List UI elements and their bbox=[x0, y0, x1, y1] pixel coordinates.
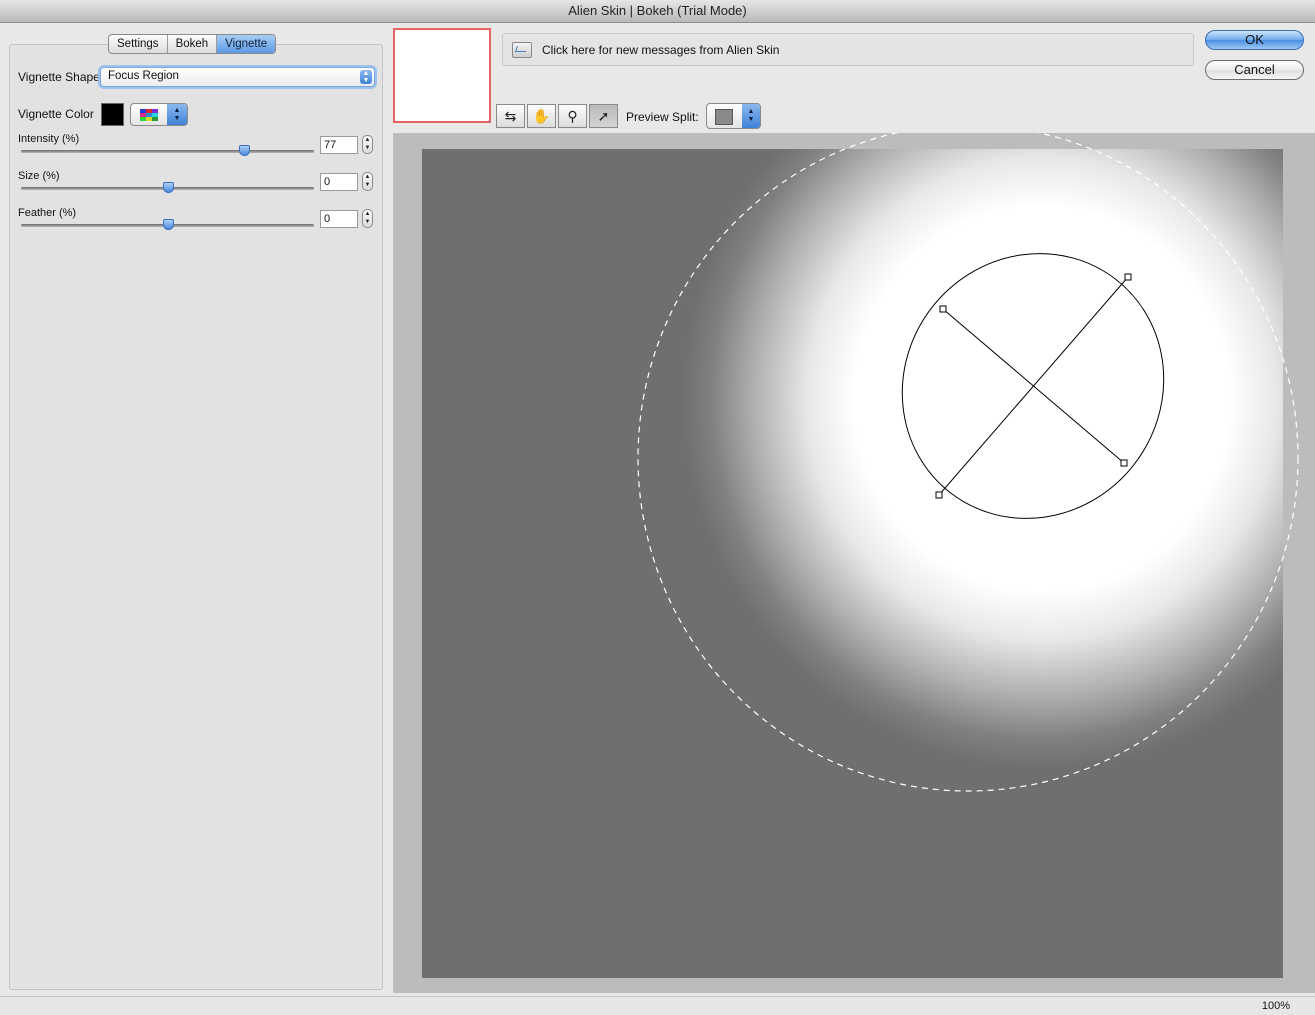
size-stepper[interactable]: ▲ ▼ bbox=[362, 172, 373, 191]
intensity-slider[interactable] bbox=[21, 145, 314, 156]
magnifier-icon: ⚲ bbox=[567, 108, 578, 124]
hand-tool[interactable]: ✋ bbox=[527, 104, 556, 128]
panel-tabs: Settings Bokeh Vignette bbox=[108, 34, 277, 54]
vignette-shape-label: Vignette Shape bbox=[18, 70, 100, 84]
focus-axis-major bbox=[938, 276, 1129, 496]
tab-bokeh[interactable]: Bokeh bbox=[168, 35, 218, 53]
focus-handle-top-left[interactable] bbox=[939, 305, 947, 313]
feather-stepper[interactable]: ▲ ▼ bbox=[362, 209, 373, 228]
focus-handle-top-right[interactable] bbox=[1124, 273, 1132, 281]
feather-input[interactable]: 0 bbox=[320, 210, 358, 228]
tab-settings[interactable]: Settings bbox=[109, 35, 168, 53]
tab-vignette[interactable]: Vignette bbox=[217, 35, 276, 53]
split-mode-icon bbox=[715, 109, 733, 125]
split-arrows-icon: ▲ ▼ bbox=[742, 104, 760, 128]
color-grid-icon bbox=[140, 109, 158, 121]
intensity-slider-thumb[interactable] bbox=[238, 145, 250, 156]
window-title: Alien Skin | Bokeh (Trial Mode) bbox=[0, 0, 1315, 23]
focus-handle-bottom-right[interactable] bbox=[1120, 459, 1128, 467]
feather-slider[interactable] bbox=[21, 219, 314, 230]
zoom-level: 100% bbox=[1261, 1000, 1290, 1012]
compare-icon: ⇆ bbox=[504, 108, 517, 124]
intensity-label: Intensity (%) bbox=[18, 133, 80, 145]
select-arrows-icon: ▲ ▼ bbox=[360, 70, 372, 84]
preview-split-label: Preview Split: bbox=[626, 110, 699, 124]
intensity-input[interactable]: 77 bbox=[320, 136, 358, 154]
vignette-color-swatch[interactable] bbox=[101, 103, 124, 126]
focus-region-overlay bbox=[637, 133, 1299, 792]
intensity-stepper[interactable]: ▲ ▼ bbox=[362, 135, 373, 154]
zoom-tool[interactable]: ⚲ bbox=[558, 104, 587, 128]
select-tool[interactable]: ➚ bbox=[589, 104, 618, 128]
vignette-shape-value: Focus Region bbox=[108, 70, 179, 82]
size-input[interactable]: 0 bbox=[320, 173, 358, 191]
feather-label: Feather (%) bbox=[18, 207, 77, 219]
cancel-button[interactable]: Cancel bbox=[1205, 60, 1304, 80]
ok-button[interactable]: OK bbox=[1205, 30, 1304, 50]
color-picker-button[interactable]: ▲ ▼ bbox=[130, 103, 188, 126]
hand-icon: ✋ bbox=[532, 108, 551, 124]
size-slider[interactable] bbox=[21, 182, 314, 193]
feather-slider-thumb[interactable] bbox=[162, 219, 174, 230]
messages-bar[interactable]: Click here for new messages from Alien S… bbox=[502, 33, 1194, 66]
picker-arrows-icon: ▲ ▼ bbox=[167, 104, 187, 125]
arrow-pointer-icon: ➚ bbox=[597, 108, 610, 124]
preview-split-select[interactable]: ▲ ▼ bbox=[706, 103, 761, 129]
vignette-shape-select[interactable]: Focus Region ▲ ▼ bbox=[100, 67, 375, 87]
message-icon bbox=[512, 42, 532, 58]
size-label: Size (%) bbox=[18, 170, 60, 182]
status-bar: 100% bbox=[0, 996, 1315, 1015]
messages-text: Click here for new messages from Alien S… bbox=[542, 43, 780, 57]
focus-handle-bottom-left[interactable] bbox=[935, 491, 943, 499]
size-slider-thumb[interactable] bbox=[162, 182, 174, 193]
navigator-thumbnail[interactable] bbox=[393, 28, 491, 123]
compare-tool[interactable]: ⇆ bbox=[496, 104, 525, 128]
vignette-color-label: Vignette Color bbox=[18, 107, 94, 121]
preview-canvas[interactable] bbox=[393, 133, 1315, 993]
